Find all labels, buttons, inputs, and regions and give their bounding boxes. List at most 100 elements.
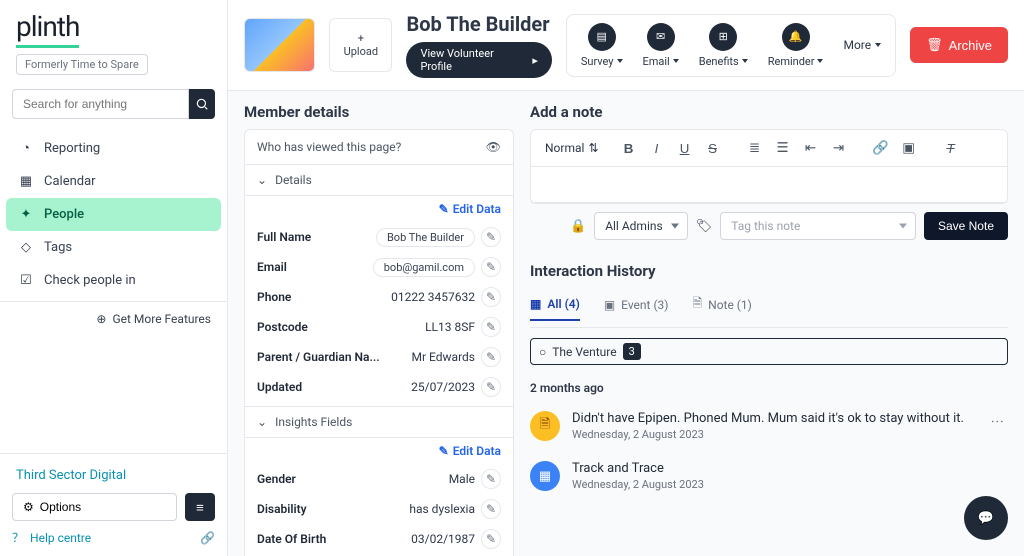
history-tabs: ▦All (4) ▣Event (3) 🗎Note (1)	[530, 288, 1008, 328]
edit-field-button[interactable]: ✎	[481, 317, 501, 337]
tab-note[interactable]: 🗎Note (1)	[692, 294, 751, 321]
chevron-down-icon	[617, 59, 623, 63]
tag-note-input[interactable]: Tag this note	[720, 212, 916, 240]
chevron-down-icon	[742, 59, 748, 63]
search-input[interactable]	[12, 89, 189, 119]
edit-field-button[interactable]: ✎	[481, 287, 501, 307]
underline-button[interactable]: U	[673, 136, 697, 160]
sidebar: plinth Formerly Time to Spare ◔Reporting…	[0, 0, 228, 556]
search-button[interactable]	[189, 89, 215, 119]
view-profile-button[interactable]: View Volunteer Profile ▸	[406, 42, 551, 78]
bold-icon: B	[624, 141, 634, 156]
field-row: Phone 01222 3457632 ✎	[245, 282, 513, 312]
italic-button[interactable]: I	[645, 136, 669, 160]
grid-icon: ▦	[530, 297, 541, 311]
member-avatar[interactable]	[244, 18, 315, 72]
event-item-icon: ▦	[530, 461, 560, 491]
indent-button[interactable]: ⇥	[827, 136, 851, 160]
member-header: + Upload Bob The Builder View Volunteer …	[228, 0, 1024, 91]
link-icon[interactable]: 🔗	[200, 531, 215, 545]
pencil-icon: ✎	[439, 202, 449, 216]
link-button[interactable]: 🔗	[869, 136, 893, 160]
clear-format-button[interactable]: T	[939, 136, 963, 160]
time-group-label: 2 months ago	[530, 381, 1008, 395]
chevron-down-icon: ⌄	[257, 415, 267, 429]
notes-column: Add a note Normal⇅ B I U S ≣ ☰ ⇤ ⇥	[530, 103, 1008, 544]
save-note-button[interactable]: Save Note	[924, 212, 1008, 240]
details-column: Member details Who has viewed this page?…	[244, 103, 514, 544]
audience-select[interactable]: All Admins	[594, 212, 688, 240]
edit-field-button[interactable]: ✎	[481, 347, 501, 367]
pencil-icon: ✎	[439, 444, 449, 458]
tab-all[interactable]: ▦All (4)	[530, 294, 580, 321]
outdent-button[interactable]: ⇤	[799, 136, 823, 160]
tab-event[interactable]: ▣Event (3)	[604, 294, 669, 321]
edit-data-link[interactable]: ✎ Edit Data	[245, 196, 513, 222]
edit-field-button[interactable]: ✎	[481, 499, 501, 519]
nav-item-people[interactable]: ✦People	[6, 198, 221, 231]
more-dropdown[interactable]: More	[843, 38, 881, 52]
action-email[interactable]: ✉ Email	[643, 23, 679, 68]
field-value: Male✎	[449, 469, 501, 489]
note-item-icon: 🗎	[530, 411, 560, 441]
archive-button[interactable]: 🗑 Archive	[910, 27, 1008, 63]
field-row: PostcodeLL13 8SF✎	[245, 312, 513, 342]
sidebar-bottom: Third Sector Digital ⚙Options ≡ ？Help ce…	[0, 453, 227, 556]
upload-button[interactable]: + Upload	[329, 18, 392, 72]
edit-field-button[interactable]: ✎	[481, 469, 501, 489]
help-centre-link[interactable]: ？Help centre	[12, 529, 91, 546]
insights-section-toggle[interactable]: ⌄ Insights Fields	[245, 406, 513, 438]
strike-button[interactable]: S	[701, 136, 725, 160]
field-value: has dyslexia✎	[409, 499, 501, 519]
chat-widget[interactable]: 💬	[964, 496, 1008, 540]
viewed-header[interactable]: Who has viewed this page? 👁	[245, 130, 513, 165]
calendar-icon: ▣	[604, 298, 615, 312]
title-column: Bob The Builder View Volunteer Profile ▸	[406, 12, 551, 78]
brand-logo: plinth	[16, 10, 79, 48]
edit-field-button[interactable]: ✎	[481, 227, 501, 247]
edit-field-button[interactable]: ✎	[481, 529, 501, 549]
options-button[interactable]: ⚙Options	[12, 493, 177, 521]
note-editor-box: Normal⇅ B I U S ≣ ☰ ⇤ ⇥ 🔗 ▣	[530, 129, 1008, 204]
trash-icon: 🗑	[926, 37, 943, 53]
field-row: GenderMale✎	[245, 464, 513, 494]
ordered-list-icon: ≣	[749, 140, 760, 156]
checkin-icon: ☑	[18, 273, 34, 288]
chip-count: 3	[623, 343, 641, 360]
image-button[interactable]: ▣	[897, 136, 921, 160]
bold-button[interactable]: B	[617, 136, 641, 160]
field-row: Disabilityhas dyslexia✎	[245, 494, 513, 524]
ordered-list-button[interactable]: ≣	[743, 136, 767, 160]
org-name[interactable]: Third Sector Digital	[12, 464, 215, 487]
unordered-list-button[interactable]: ☰	[771, 136, 795, 160]
edit-data-link[interactable]: ✎ Edit Data	[245, 438, 513, 464]
details-section-toggle[interactable]: ⌄ Details	[245, 165, 513, 196]
edit-field-button[interactable]: ✎	[481, 377, 501, 397]
nav-item-checkin[interactable]: ☑Check people in	[6, 264, 221, 297]
history-item-date: Wednesday, 2 August 2023	[572, 428, 973, 441]
history-item-text: Track and Trace	[572, 461, 1008, 476]
field-row: Parent / Guardian Na...Mr Edwards✎	[245, 342, 513, 372]
filter-chip-venture[interactable]: ○ The Venture 3	[530, 338, 1008, 365]
more-features-link[interactable]: ⊕ Get More Features	[0, 301, 227, 336]
nav-item-reporting[interactable]: ◔Reporting	[6, 131, 221, 165]
updown-icon: ⇅	[588, 141, 598, 155]
link-icon: 🔗	[872, 140, 889, 156]
value-text: 01222 3457632	[391, 290, 475, 304]
indent-icon: ⇥	[833, 140, 844, 156]
value-text: LL13 8SF	[425, 320, 475, 334]
nav-item-calendar[interactable]: ▦Calendar	[6, 165, 221, 198]
collapse-sidebar-button[interactable]: ≡	[185, 493, 215, 521]
field-label: Phone	[257, 290, 291, 304]
action-box: ▤ Survey ✉ Email ⊞ Benefits 🔔 Reminder M…	[566, 14, 896, 77]
main: + Upload Bob The Builder View Volunteer …	[228, 0, 1024, 556]
note-textarea[interactable]	[531, 167, 1007, 203]
action-benefits[interactable]: ⊞ Benefits	[699, 23, 748, 68]
action-reminder[interactable]: 🔔 Reminder	[768, 23, 824, 68]
history-item-menu[interactable]: ⋮	[985, 411, 1008, 432]
action-survey[interactable]: ▤ Survey	[581, 23, 623, 68]
format-select[interactable]: Normal⇅	[541, 139, 603, 157]
edit-field-button[interactable]: ✎	[481, 257, 501, 277]
field-value: Mr Edwards✎	[412, 347, 501, 367]
nav-item-tags[interactable]: ◇Tags	[6, 231, 221, 264]
